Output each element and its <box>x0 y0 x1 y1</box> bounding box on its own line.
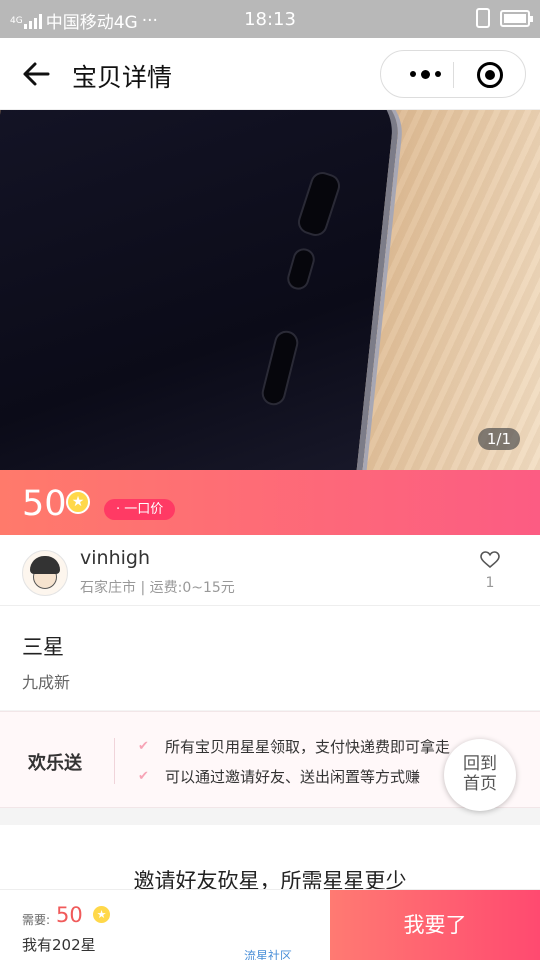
mini-program-capsule <box>380 50 526 98</box>
star-coin-icon: ★ <box>92 905 111 924</box>
joy-send-line-text: 可以通过邀请好友、送出闲置等方式赚 <box>165 768 421 786</box>
capsule-divider <box>453 62 454 88</box>
joy-send-line: ✔ 可以通过邀请好友、送出闲置等方式赚 <box>138 766 420 787</box>
seller-row[interactable]: vinhigh 石家庄市 | 运费:0~15元 1 <box>0 535 540 606</box>
need-label: 需要: <box>22 913 51 927</box>
item-condition: 九成新 <box>22 673 71 692</box>
nav-bar: 宝贝详情 <box>0 38 540 110</box>
target-circle-icon[interactable] <box>477 62 503 88</box>
star-balance: 我有202星 <box>22 936 96 954</box>
item-title: 三星 <box>22 635 64 659</box>
image-pager: 1/1 <box>477 428 520 450</box>
page-title: 宝贝详情 <box>72 63 173 92</box>
battery-icon <box>500 9 533 27</box>
seller-name: vinhigh <box>80 547 150 569</box>
bottom-action-bar: 需要: 50 ★ 我有202星 流星社区 我要了 <box>0 889 540 960</box>
joy-send-line-text: 所有宝贝用星星领取，支付快递费即可拿走 <box>165 738 451 756</box>
more-dots-icon[interactable] <box>399 51 451 97</box>
price-banner: 50 ★ <box>0 470 540 535</box>
joy-send-divider <box>114 738 115 784</box>
check-icon: ✔ <box>138 768 149 784</box>
check-icon: ✔ <box>138 738 149 754</box>
community-link[interactable]: 流星社区 <box>244 947 292 960</box>
back-to-home-button[interactable]: 回到 首页 <box>444 739 516 811</box>
price-value: 50 <box>22 484 67 524</box>
status-right <box>476 8 533 28</box>
vibrate-icon <box>476 8 490 28</box>
item-description: 三星 九成新 <box>0 606 540 710</box>
joy-send-label: 欢乐送 <box>28 753 82 774</box>
price-type-badge: · 一口价 <box>104 499 176 520</box>
back-arrow-icon[interactable] <box>20 58 52 90</box>
phone-photo <box>0 110 403 470</box>
star-coin-icon: ★ <box>66 490 90 514</box>
joy-send-line: ✔ 所有宝贝用星星领取，支付快递费即可拿走 <box>138 736 450 757</box>
product-image[interactable]: 1/1 <box>0 110 540 470</box>
status-time: 18:13 <box>244 9 296 30</box>
heart-icon <box>480 551 500 569</box>
home-button-line1: 回到 <box>463 754 497 774</box>
status-bar: 4G 中国移动4G ··· 18:13 <box>0 0 540 38</box>
like-count: 1 <box>485 575 495 591</box>
avatar[interactable] <box>22 550 68 596</box>
need-value: 50 <box>56 903 83 927</box>
seller-location-shipping: 石家庄市 | 运费:0~15元 <box>80 580 235 596</box>
like-button[interactable]: 1 <box>478 551 502 591</box>
want-button[interactable]: 我要了 <box>330 890 540 960</box>
home-button-line2: 首页 <box>463 774 497 794</box>
